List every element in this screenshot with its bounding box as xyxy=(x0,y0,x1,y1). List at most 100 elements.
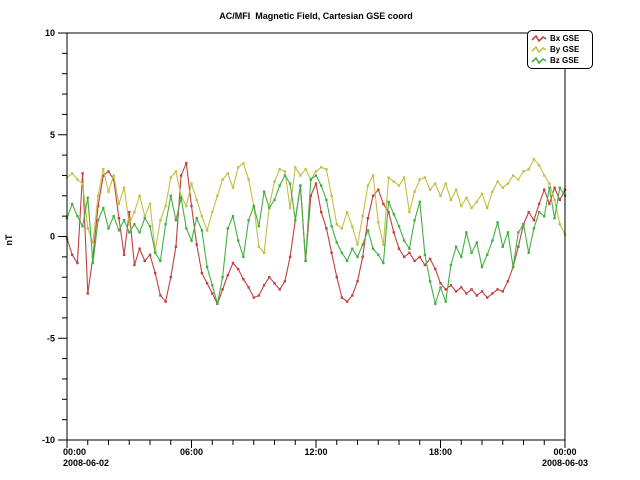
data-point-by xyxy=(138,195,140,197)
data-point-bx xyxy=(377,189,379,191)
data-point-bx xyxy=(455,290,457,292)
data-point-bx xyxy=(227,274,229,276)
plot-canvas: nT -10-5051000:002008-06-0206:0012:0018:… xyxy=(0,0,640,480)
data-point-by xyxy=(97,195,99,197)
data-point-bz xyxy=(341,252,343,254)
legend-label-bz: Bz GSE xyxy=(550,56,579,65)
data-point-bz xyxy=(175,219,177,221)
data-point-bz xyxy=(465,231,467,233)
data-point-bx xyxy=(330,252,332,254)
data-point-by xyxy=(258,246,260,248)
data-point-bz xyxy=(227,227,229,229)
data-point-bx xyxy=(470,288,472,290)
data-point-by xyxy=(133,211,135,213)
data-point-bx xyxy=(533,219,535,221)
data-point-bx xyxy=(268,276,270,278)
data-point-bx xyxy=(460,286,462,288)
data-point-by xyxy=(460,205,462,207)
data-point-by xyxy=(336,223,338,225)
data-point-bx xyxy=(346,300,348,302)
data-point-bz xyxy=(304,260,306,262)
data-point-bz xyxy=(237,239,239,241)
data-point-bz xyxy=(76,215,78,217)
data-point-by xyxy=(315,170,317,172)
data-point-by xyxy=(346,211,348,213)
data-point-bz xyxy=(548,187,550,189)
data-point-bx xyxy=(465,292,467,294)
data-point-bz xyxy=(393,213,395,215)
data-point-by xyxy=(227,172,229,174)
data-point-bz xyxy=(201,229,203,231)
data-point-by xyxy=(320,166,322,168)
data-point-bx xyxy=(81,172,83,174)
data-point-by xyxy=(548,182,550,184)
data-point-by xyxy=(538,164,540,166)
data-point-bx xyxy=(325,227,327,229)
data-point-bx xyxy=(170,276,172,278)
data-point-bz xyxy=(97,219,99,221)
data-point-by xyxy=(502,187,504,189)
data-point-bx xyxy=(450,284,452,286)
data-point-bx xyxy=(232,262,234,264)
data-point-bx xyxy=(289,256,291,258)
data-point-bz xyxy=(92,262,94,264)
series-line-by xyxy=(67,159,565,253)
data-point-bx xyxy=(486,296,488,298)
data-point-bz xyxy=(460,256,462,258)
data-point-by xyxy=(216,195,218,197)
legend: Bx GSE By GSE Bz GSE xyxy=(527,30,593,69)
data-point-bz xyxy=(382,262,384,264)
data-point-by xyxy=(294,166,296,168)
data-point-bz xyxy=(496,221,498,223)
data-point-bz xyxy=(102,207,104,209)
data-point-bx xyxy=(211,292,213,294)
legend-item-bx: Bx GSE xyxy=(531,33,589,44)
data-point-bz xyxy=(470,252,472,254)
data-point-bz xyxy=(491,239,493,241)
data-point-bz xyxy=(377,254,379,256)
data-point-bx xyxy=(559,199,561,201)
data-point-by xyxy=(403,176,405,178)
x-tick-date-label: 2008-06-03 xyxy=(542,458,588,468)
data-point-bz xyxy=(242,256,244,258)
data-point-bx xyxy=(315,182,317,184)
data-point-bz xyxy=(159,260,161,262)
data-point-bx xyxy=(372,195,374,197)
x-tick-label: 12:00 xyxy=(304,447,327,457)
data-point-bx xyxy=(507,280,509,282)
data-point-by xyxy=(528,168,530,170)
data-point-bx xyxy=(543,189,545,191)
data-point-bx xyxy=(528,211,530,213)
data-point-bz xyxy=(107,227,109,229)
data-point-bz xyxy=(522,223,524,225)
bx-line-sample-icon xyxy=(531,34,548,43)
data-point-by xyxy=(559,223,561,225)
data-point-bx xyxy=(164,300,166,302)
data-point-bz xyxy=(211,284,213,286)
data-point-bx xyxy=(279,288,281,290)
data-point-by xyxy=(221,178,223,180)
data-point-bx xyxy=(284,280,286,282)
data-point-bz xyxy=(263,191,265,193)
data-point-bx xyxy=(367,217,369,219)
data-point-bx xyxy=(253,296,255,298)
data-point-bx xyxy=(237,268,239,270)
data-point-bz xyxy=(299,184,301,186)
data-point-bz xyxy=(424,254,426,256)
data-point-by xyxy=(211,211,213,213)
data-point-bx xyxy=(491,292,493,294)
data-point-by xyxy=(87,227,89,229)
data-point-bx xyxy=(502,290,504,292)
data-point-bx xyxy=(356,280,358,282)
data-point-bx xyxy=(247,286,249,288)
data-point-bz xyxy=(170,195,172,197)
data-point-by xyxy=(247,178,249,180)
data-point-bz xyxy=(279,184,281,186)
data-point-bx xyxy=(87,292,89,294)
data-point-bz xyxy=(445,300,447,302)
data-point-by xyxy=(356,243,358,245)
data-point-by xyxy=(71,172,73,174)
data-point-bz xyxy=(538,211,540,213)
data-point-bx xyxy=(496,288,498,290)
data-point-by xyxy=(325,168,327,170)
